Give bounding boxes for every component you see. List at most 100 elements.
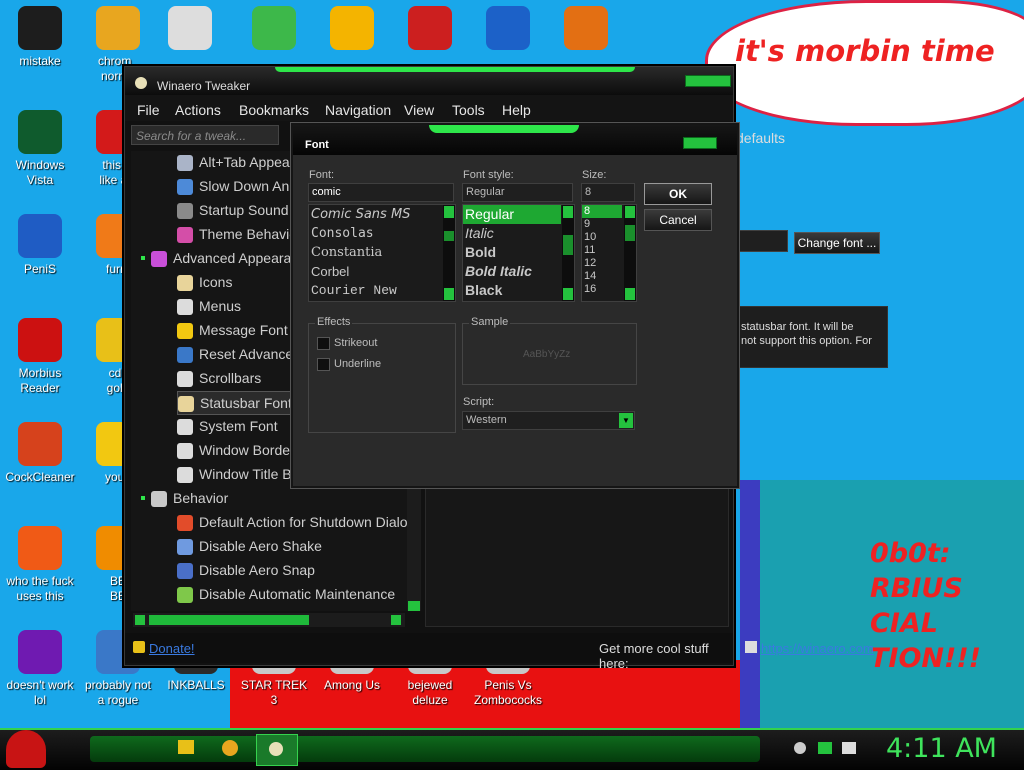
desktop-icon[interactable] (390, 6, 470, 54)
scroll-thumb[interactable] (563, 235, 573, 255)
tree-item[interactable]: Message Font (177, 319, 288, 341)
tree-horizontal-scrollbar[interactable] (133, 613, 405, 627)
desktop-icon[interactable]: who the fuck uses this (0, 526, 80, 604)
tree-expander-icon[interactable] (141, 256, 145, 260)
desktop-icon[interactable] (234, 6, 314, 54)
tree-item[interactable]: System Font (177, 415, 278, 437)
winaero-taskbar-button[interactable] (256, 734, 298, 766)
scroll-up-arrow[interactable] (444, 206, 454, 218)
scroll-right-arrow[interactable] (391, 615, 401, 625)
start-button-angry-bird-icon[interactable] (6, 730, 46, 768)
tree-item[interactable]: Statusbar Font (177, 391, 297, 415)
cancel-button[interactable]: Cancel (644, 209, 712, 231)
scroll-down-arrow[interactable] (408, 601, 420, 611)
tree-item[interactable]: Window Borde (177, 439, 290, 461)
size-item[interactable]: 9 (584, 218, 590, 231)
tree-item[interactable]: Icons (177, 271, 232, 293)
dialog-title-bar[interactable]: Font (293, 125, 737, 155)
size-list[interactable]: 8 9 10 11 12 14 16 (581, 204, 637, 302)
font-style-item[interactable]: Regular (463, 205, 561, 224)
desktop-icon[interactable] (546, 6, 626, 54)
scroll-down-arrow[interactable] (444, 288, 454, 300)
tree-item[interactable]: Slow Down Anim (177, 175, 304, 197)
strikeout-checkbox[interactable] (317, 337, 330, 350)
chrome-taskbar-icon[interactable] (222, 740, 238, 756)
tree-item[interactable]: Disable Automatic Maintenance (177, 583, 395, 605)
size-item[interactable]: 12 (584, 257, 596, 270)
font-list-item[interactable]: Comic Sans MS (311, 205, 410, 224)
desktop-icon[interactable] (150, 6, 230, 54)
network-icon[interactable] (818, 742, 832, 754)
scroll-thumb[interactable] (625, 225, 635, 241)
change-font-button[interactable]: Change font ... (794, 232, 880, 254)
font-dialog[interactable]: Font Font: comic Comic Sans MS Consolas Co… (291, 123, 739, 488)
tree-item[interactable]: Disable Aero Shake (177, 535, 322, 557)
menu-actions[interactable]: Actions (175, 102, 221, 118)
size-item[interactable]: 11 (584, 244, 595, 257)
font-style-item[interactable]: Bold (465, 243, 496, 262)
size-input[interactable]: 8 (581, 183, 635, 202)
scroll-thumb[interactable] (149, 615, 309, 625)
font-style-input[interactable]: Regular (462, 183, 573, 202)
scroll-left-arrow[interactable] (135, 615, 145, 625)
menu-tools[interactable]: Tools (452, 102, 485, 118)
desktop-icon[interactable] (468, 6, 548, 54)
tree-item[interactable]: Disable Aero Snap (177, 559, 315, 581)
scroll-thumb[interactable] (444, 231, 454, 241)
font-list-item[interactable]: Constantia (311, 243, 382, 262)
font-list[interactable]: Comic Sans MS Consolas Constantia Corbel Cou… (308, 204, 456, 302)
font-style-item[interactable]: Bold Italic (465, 262, 532, 281)
tree-item[interactable]: Reset Advance (177, 343, 293, 365)
menu-bookmarks[interactable]: Bookmarks (239, 102, 309, 118)
tray-chevron-icon[interactable] (794, 742, 806, 754)
desktop-icon[interactable]: mistake (0, 6, 80, 69)
desktop-icon[interactable] (312, 6, 392, 54)
underline-checkbox[interactable] (317, 358, 330, 371)
size-item[interactable]: 10 (584, 231, 596, 244)
size-list-scrollbar[interactable] (624, 205, 636, 301)
font-style-list[interactable]: Regular Italic Bold Bold Italic Black (462, 204, 575, 302)
font-list-scrollbar[interactable] (443, 205, 455, 301)
tree-item[interactable]: Advanced Appeara (141, 247, 291, 269)
tree-expander-icon[interactable] (141, 496, 145, 500)
clock[interactable]: 4:11 AM (886, 733, 997, 764)
menu-view[interactable]: View (404, 102, 434, 118)
tree-item[interactable]: Scrollbars (177, 367, 261, 389)
font-list-item[interactable]: Courier New (311, 281, 397, 300)
desktop-icon[interactable]: Morbius Reader (0, 318, 80, 396)
scroll-up-arrow[interactable] (625, 206, 635, 218)
tree-item[interactable]: Startup Sound (177, 199, 289, 221)
style-list-scrollbar[interactable] (562, 205, 574, 301)
menu-file[interactable]: File (137, 102, 160, 118)
font-list-item[interactable]: Corbel (311, 262, 349, 281)
tree-item[interactable]: Alt+Tab Appeara (177, 151, 302, 173)
search-input[interactable]: Search for a tweak... (131, 125, 279, 145)
size-item[interactable]: 14 (584, 270, 596, 283)
winaero-link[interactable]: https://winaero.com (761, 641, 874, 656)
window-controls[interactable] (685, 75, 731, 87)
desktop-icon[interactable]: doesn't work lol (0, 630, 80, 708)
tree-item[interactable]: Window Title B (177, 463, 292, 485)
tree-item[interactable]: Default Action for Shutdown Dialog (177, 511, 415, 533)
volume-icon[interactable] (842, 742, 856, 754)
desktop-icon[interactable]: PeniS (0, 214, 80, 277)
script-select[interactable]: Western ▼ (462, 411, 635, 430)
scroll-up-arrow[interactable] (563, 206, 573, 218)
scroll-down-arrow[interactable] (563, 288, 573, 300)
menu-navigation[interactable]: Navigation (325, 102, 391, 118)
scroll-down-arrow[interactable] (625, 288, 635, 300)
tree-item[interactable]: Behavior (141, 487, 228, 509)
size-item[interactable]: 8 (582, 205, 622, 218)
size-item[interactable]: 16 (584, 283, 596, 296)
window-title-bar[interactable]: Winaero Tweaker (125, 67, 733, 95)
reset-defaults-link[interactable]: defaults (736, 130, 785, 146)
donate-link[interactable]: Donate! (149, 641, 195, 656)
tree-item[interactable]: Theme Behavio (177, 223, 297, 245)
explorer-icon[interactable] (178, 740, 194, 754)
font-list-item[interactable]: Consolas (311, 224, 374, 243)
desktop-icon[interactable]: CockCleaner (0, 422, 80, 485)
tree-item[interactable]: Menus (177, 295, 241, 317)
font-style-item[interactable]: Italic (465, 224, 494, 243)
ok-button[interactable]: OK (644, 183, 712, 205)
desktop-icon[interactable]: Windows Vista (0, 110, 80, 188)
